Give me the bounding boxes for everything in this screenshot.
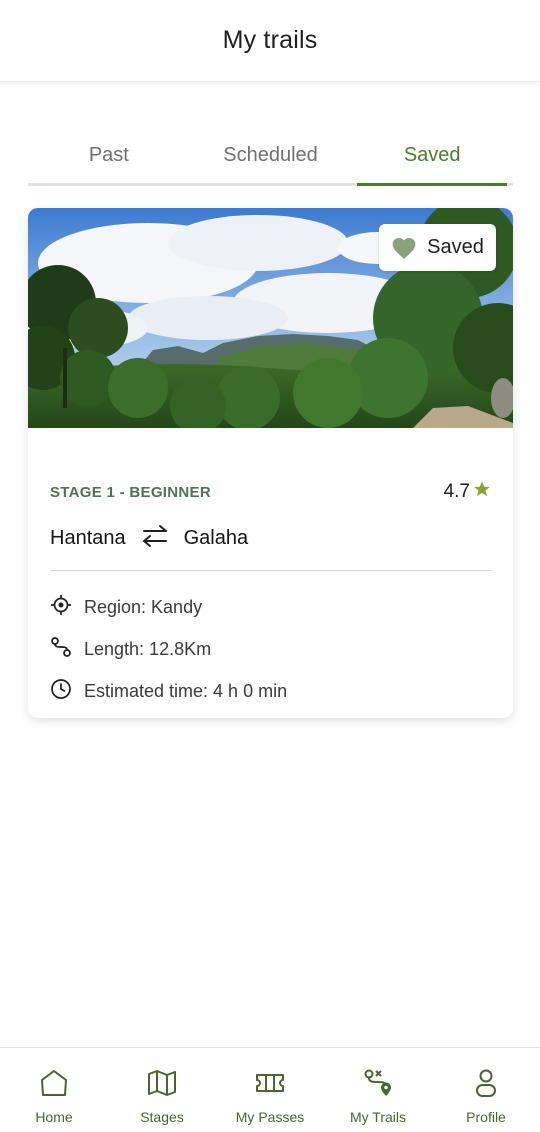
- trail-photo: Saved: [28, 208, 513, 428]
- location-target-icon: [50, 594, 72, 621]
- tab-scheduled[interactable]: Scheduled: [190, 128, 352, 183]
- nav-home-label: Home: [35, 1109, 73, 1125]
- nav-home[interactable]: Home: [0, 1048, 108, 1132]
- nav-my-trails-label: My Trails: [350, 1109, 406, 1125]
- nav-profile[interactable]: Profile: [432, 1048, 540, 1132]
- ticket-icon: [254, 1068, 286, 1103]
- route-length-icon: [50, 636, 72, 663]
- stage-row: STAGE 1 - BEGINNER 4.7: [50, 480, 491, 504]
- app-header: My trails: [0, 0, 540, 82]
- time-text: Estimated time: 4 h 0 min: [84, 681, 288, 701]
- page-title: My trails: [222, 26, 318, 54]
- nav-stages-label: Stages: [140, 1109, 184, 1125]
- trail-card[interactable]: Saved STAGE 1 - BEGINNER 4.7 Hantana Gal…: [28, 208, 513, 718]
- rating-value: 4.7: [443, 481, 470, 502]
- length-row: Length: 12.8Km: [50, 636, 211, 663]
- star-icon: [473, 480, 491, 504]
- bottom-navigation: Home Stages My Passes My Trails Profile: [0, 1047, 540, 1132]
- nav-stages[interactable]: Stages: [108, 1048, 216, 1132]
- rating: 4.7: [444, 480, 491, 504]
- nav-my-trails[interactable]: My Trails: [324, 1048, 432, 1132]
- heart-icon: [391, 236, 417, 260]
- home-icon: [38, 1068, 70, 1103]
- stage-label: STAGE 1 - BEGINNER: [50, 483, 211, 501]
- region-row: Region: Kandy: [50, 594, 202, 621]
- clock-icon: [50, 678, 72, 705]
- trail-tabs: Past Scheduled Saved: [28, 128, 513, 186]
- nav-my-passes-label: My Passes: [235, 1109, 305, 1125]
- route-end: Galaha: [183, 527, 249, 549]
- nav-my-passes[interactable]: My Passes: [216, 1048, 324, 1132]
- length-text: Length: 12.8Km: [84, 639, 212, 659]
- tab-saved[interactable]: Saved: [351, 128, 513, 186]
- profile-icon: [470, 1068, 502, 1103]
- route-start: Hantana: [50, 527, 126, 549]
- route-icon: [362, 1068, 394, 1103]
- region-text: Region: Kandy: [84, 597, 203, 617]
- nav-profile-label: Profile: [466, 1109, 506, 1125]
- saved-badge[interactable]: Saved: [379, 224, 496, 271]
- saved-badge-label: Saved: [427, 236, 484, 258]
- time-row: Estimated time: 4 h 0 min: [50, 678, 287, 705]
- divider: [50, 570, 491, 571]
- map-icon: [146, 1068, 178, 1103]
- tab-past[interactable]: Past: [28, 128, 190, 183]
- route-row: Hantana Galaha: [50, 523, 248, 554]
- swap-arrows-icon: [140, 523, 170, 554]
